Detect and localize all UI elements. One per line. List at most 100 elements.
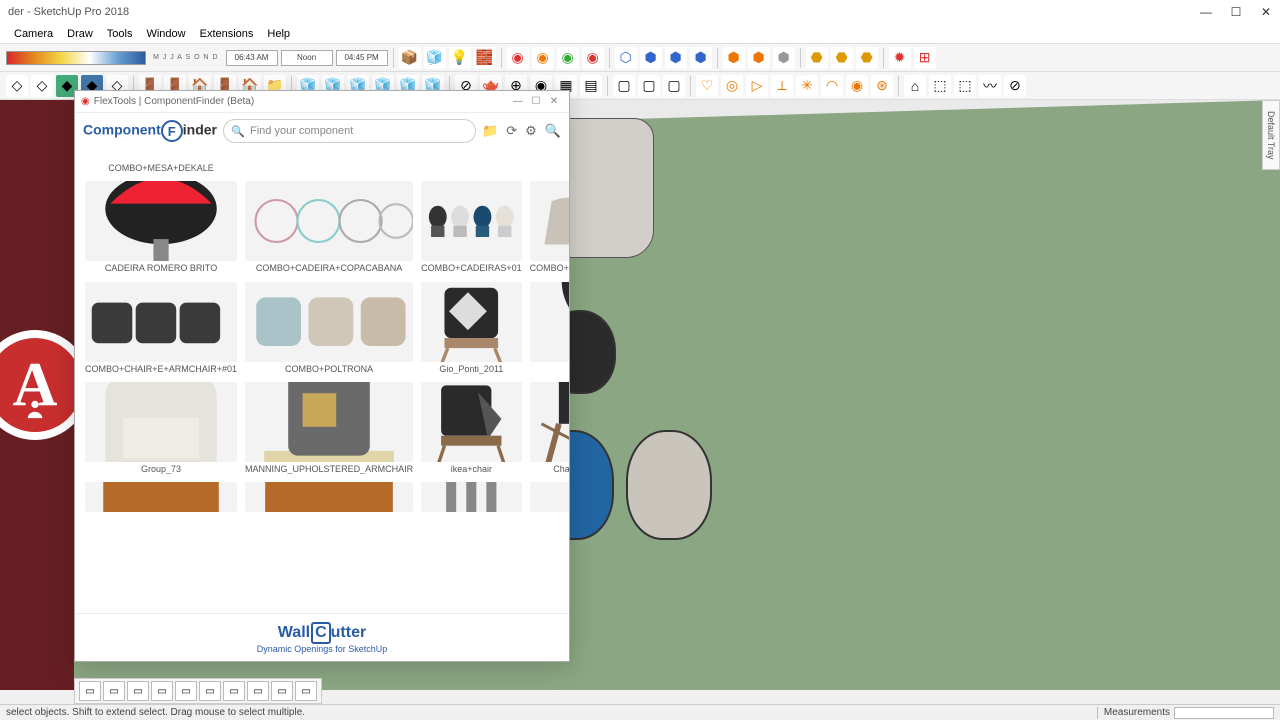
tool-icon[interactable]: ◉ [557,47,579,69]
tool-icon[interactable]: ⬢ [748,47,770,69]
finder-footer[interactable]: WallCutter Dynamic Openings for SketchUp [75,613,569,661]
component-item[interactable] [83,480,239,514]
finder-maximize-button[interactable]: ☐ [527,96,545,107]
tool-icon[interactable]: ⬢ [640,47,662,69]
tool-icon[interactable]: ⬢ [690,47,712,69]
tool-icon[interactable]: ◉ [846,75,868,97]
tool-icon[interactable]: ⊛ [871,75,893,97]
tool-icon[interactable]: ⬚ [929,75,951,97]
component-item[interactable] [528,151,569,175]
tool-icon[interactable]: 💡 [449,47,471,69]
shadow-gradient[interactable] [6,51,146,65]
component-item[interactable]: COMBO+CHAIR+E+ARMCHAIR+#01 [83,280,239,376]
component-item[interactable] [243,151,415,175]
component-item[interactable]: Gio_Ponti_2011 [419,280,524,376]
menu-tools[interactable]: Tools [101,26,139,42]
menu-extensions[interactable]: Extensions [194,26,260,42]
scene-thumb[interactable]: ▭ [103,681,125,701]
tool-icon[interactable]: ⬢ [723,47,745,69]
tool-icon[interactable]: ▢ [613,75,635,97]
scene-thumb[interactable]: ▭ [223,681,245,701]
menu-window[interactable]: Window [140,26,191,42]
tool-icon[interactable]: ⌂ [904,75,926,97]
tool-icon[interactable]: ⬣ [856,47,878,69]
component-item[interactable] [419,151,524,175]
window-title: der - SketchUp Pro 2018 [8,6,1200,18]
wallcutter-logo: WallCutter [278,622,366,644]
tool-icon[interactable]: ⬢ [665,47,687,69]
scene-thumb[interactable]: ▭ [151,681,173,701]
component-item[interactable]: COMBO+CADEIRAS+01 [419,179,524,275]
component-item[interactable]: Gray Chair [528,280,569,376]
model-chair[interactable] [626,430,712,540]
search-input[interactable]: Find your component [223,119,476,143]
tool-icon[interactable]: ✳ [796,75,818,97]
default-tray-tab[interactable]: Default Tray [1262,100,1280,170]
component-item[interactable]: Chair_Folding_Directors [528,380,569,476]
tool-icon[interactable]: ⬢ [773,47,795,69]
finder-close-button[interactable]: ✕ [545,96,563,107]
component-item[interactable]: COMBO+CADEIRAS+SIERRA+#01 [528,179,569,275]
tool-icon[interactable]: ⬡ [615,47,637,69]
left-background-strip: A [0,100,74,690]
tool-icon[interactable]: ◎ [721,75,743,97]
component-item[interactable] [528,480,569,514]
tool-icon[interactable]: ⬚ [954,75,976,97]
tool-icon[interactable]: ⬣ [806,47,828,69]
scene-thumb[interactable]: ▭ [247,681,269,701]
window-minimize-button[interactable]: — [1200,6,1212,18]
component-item[interactable]: ikea+chair [419,380,524,476]
tool-icon[interactable]: ▢ [663,75,685,97]
tool-icon[interactable]: ✹ [889,47,911,69]
shadow-time-2[interactable]: 04:45 PM [336,50,388,66]
tool-icon[interactable]: ▷ [746,75,768,97]
tool-icon[interactable]: 📦 [399,47,421,69]
scene-thumb[interactable]: ▭ [79,681,101,701]
window-maximize-button[interactable]: ☐ [1230,6,1242,18]
tool-icon[interactable]: ⊘ [1004,75,1026,97]
tool-icon[interactable]: ◇ [31,75,53,97]
finder-titlebar[interactable]: ◉ FlexTools | ComponentFinder (Beta) — ☐… [75,91,569,113]
refresh-icon[interactable]: ⟳ [506,123,517,139]
measurements-input[interactable] [1174,707,1274,719]
tool-icon[interactable]: ◠ [821,75,843,97]
menu-draw[interactable]: Draw [61,26,99,42]
component-item[interactable]: COMBO+MESA+DEKALE [83,151,239,175]
scene-thumb[interactable]: ▭ [127,681,149,701]
tool-icon[interactable]: 🧱 [474,47,496,69]
scene-thumb[interactable]: ▭ [295,681,317,701]
component-item[interactable]: COMBO+CADEIRA+COPACABANA [243,179,415,275]
toolbar-row-1: M J J A S O N D 06:43 AM Noon 04:45 PM 📦… [0,44,1280,72]
component-item[interactable] [419,480,524,514]
tool-icon[interactable]: 🧊 [424,47,446,69]
component-item[interactable]: MANNING_UPHOLSTERED_ARMCHAIR [243,380,415,476]
scene-thumb[interactable]: ▭ [271,681,293,701]
component-item[interactable]: CADEIRA ROMERO BRITO [83,179,239,275]
tool-icon[interactable]: ◉ [507,47,529,69]
settings-icon[interactable]: ⚙ [525,123,537,139]
component-item[interactable]: Group_73 [83,380,239,476]
tool-icon[interactable]: 〰 [979,75,1001,97]
menu-camera[interactable]: Camera [8,26,59,42]
window-close-button[interactable]: ✕ [1260,6,1272,18]
scene-thumb[interactable]: ▭ [199,681,221,701]
search-icon[interactable]: 🔍 [545,123,561,139]
tool-icon[interactable]: ◉ [532,47,554,69]
tool-icon[interactable]: ◇ [6,75,28,97]
tool-icon[interactable]: ⊞ [914,47,936,69]
tool-icon[interactable]: ▤ [580,75,602,97]
tool-icon[interactable]: ⬣ [831,47,853,69]
folder-icon[interactable]: 📁 [482,123,498,139]
menu-help[interactable]: Help [261,26,296,42]
tool-icon[interactable]: ▢ [638,75,660,97]
component-finder-panel: ◉ FlexTools | ComponentFinder (Beta) — ☐… [74,90,570,662]
component-item[interactable] [243,480,415,514]
scene-thumb[interactable]: ▭ [175,681,197,701]
finder-title-text: FlexTools | ComponentFinder (Beta) [94,96,509,107]
tool-icon[interactable]: ♡ [696,75,718,97]
shadow-time-1[interactable]: 06:43 AM [226,50,278,66]
tool-icon[interactable]: ◉ [582,47,604,69]
tool-icon[interactable]: ⟂ [771,75,793,97]
finder-minimize-button[interactable]: — [509,96,527,107]
component-item[interactable]: COMBO+POLTRONA [243,280,415,376]
